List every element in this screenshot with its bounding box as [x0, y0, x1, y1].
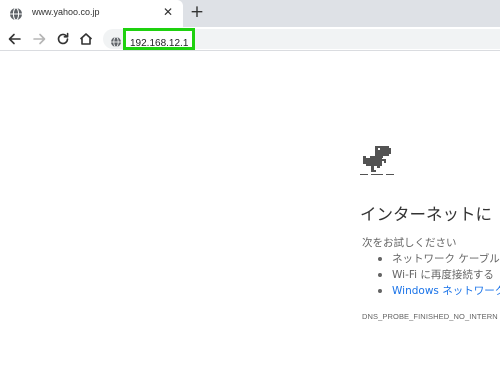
suggestion-text: ネットワーク ケーブル [392, 253, 500, 265]
suggestion-text: Wi-Fi に再度接続する [392, 269, 494, 281]
suggestion-windows-diagnostics-link[interactable]: Windows ネットワーク [362, 283, 500, 299]
globe-icon[interactable] [110, 33, 122, 48]
bullet-icon [378, 273, 382, 277]
suggestions-list: ネットワーク ケーブル Wi-Fi に再度接続する Windows ネットワーク [362, 251, 500, 299]
bullet-icon [378, 257, 382, 261]
browser-tab[interactable]: www.yahoo.co.jp ✕ [0, 0, 183, 27]
forward-arrow-icon[interactable] [30, 30, 48, 48]
suggestion-check-cable: ネットワーク ケーブル [362, 251, 500, 267]
error-heading: インターネットに [360, 205, 492, 224]
reload-icon[interactable] [54, 30, 72, 48]
tab-title: www.yahoo.co.jp [32, 7, 100, 17]
bullet-icon [378, 289, 382, 293]
address-bar[interactable]: 192.168.12.1 [103, 28, 500, 50]
tab-strip: www.yahoo.co.jp ✕ + [0, 0, 500, 27]
plus-icon[interactable]: + [188, 3, 206, 21]
back-arrow-icon[interactable] [6, 30, 24, 48]
offline-dino-icon[interactable] [360, 144, 394, 178]
suggestions-label: 次をお試しください [362, 237, 457, 249]
url-highlight[interactable]: 192.168.12.1 [123, 28, 196, 50]
close-icon[interactable]: ✕ [161, 5, 175, 19]
globe-icon [9, 6, 23, 21]
browser-toolbar: 192.168.12.1 [0, 27, 500, 51]
error-code: DNS_PROBE_FINISHED_NO_INTERN [362, 312, 498, 321]
suggestion-reconnect-wifi: Wi-Fi に再度接続する [362, 267, 500, 283]
suggestion-link-text[interactable]: Windows ネットワーク [392, 285, 500, 297]
home-icon[interactable] [77, 30, 95, 48]
url-text[interactable]: 192.168.12.1 [130, 38, 188, 49]
